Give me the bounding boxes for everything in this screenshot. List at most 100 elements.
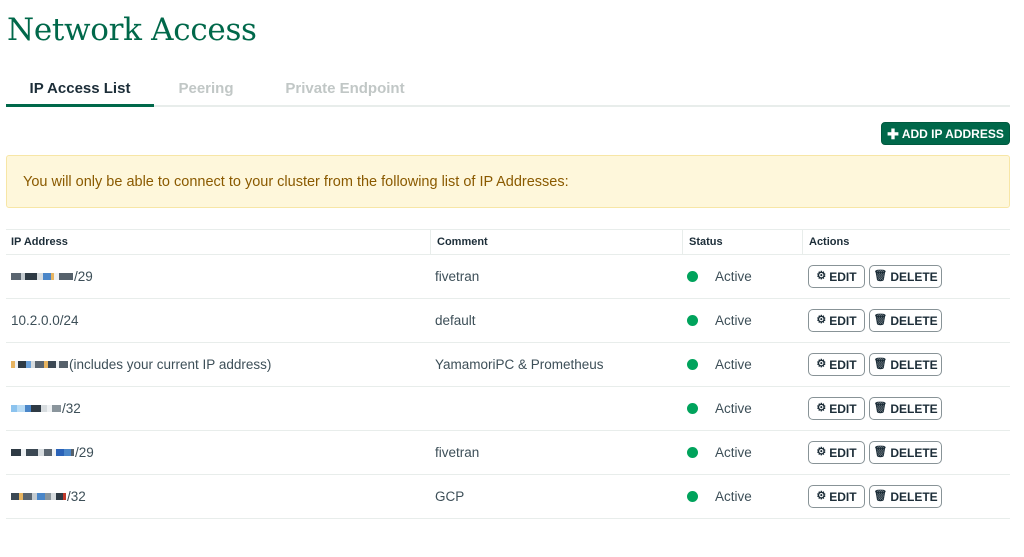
tab-peering[interactable]: Peering bbox=[172, 76, 240, 107]
header-comment: Comment bbox=[430, 230, 488, 255]
trash-icon: 🗑 bbox=[873, 446, 888, 458]
actions-cell: ⚙ EDIT 🗑 DELETE bbox=[808, 299, 942, 342]
ip-address-suffix: /29 bbox=[74, 269, 93, 284]
trash-icon: 🗑 bbox=[873, 490, 888, 502]
status-cell: Active bbox=[687, 431, 752, 474]
edit-button[interactable]: ⚙ EDIT bbox=[808, 397, 865, 420]
status-dot-icon bbox=[687, 403, 698, 414]
status-text: Active bbox=[715, 489, 752, 504]
status-dot-icon bbox=[687, 315, 698, 326]
add-ip-address-label: ADD IP ADDRESS bbox=[901, 126, 1004, 141]
gear-icon: ⚙ bbox=[816, 402, 827, 414]
comment-cell: default bbox=[435, 313, 476, 328]
redacted-ip bbox=[11, 447, 74, 458]
edit-label: EDIT bbox=[829, 445, 857, 460]
actions-cell: ⚙ EDIT 🗑 DELETE bbox=[808, 387, 942, 430]
ip-address-cell: /32 bbox=[11, 387, 81, 430]
status-dot-icon bbox=[687, 271, 698, 282]
ip-address-cell: (includes your current IP address) bbox=[11, 343, 271, 386]
ip-address-text: 10.2.0.0/24 bbox=[11, 313, 79, 328]
header-status: Status bbox=[682, 230, 723, 255]
gear-icon: ⚙ bbox=[816, 446, 827, 458]
ip-address-cell: /32 bbox=[11, 475, 86, 518]
table-row: /29 fivetran Active ⚙ EDIT 🗑 DELETE bbox=[6, 431, 1010, 475]
status-cell: Active bbox=[687, 475, 752, 518]
trash-icon: 🗑 bbox=[873, 402, 888, 414]
status-text: Active bbox=[715, 401, 752, 416]
edit-label: EDIT bbox=[829, 401, 857, 416]
tab-ip-access-list[interactable]: IP Access List bbox=[6, 76, 154, 107]
tab-bar: IP Access List Peering Private Endpoint bbox=[6, 76, 1010, 107]
delete-button[interactable]: 🗑 DELETE bbox=[869, 353, 942, 376]
header-actions: Actions bbox=[802, 230, 849, 255]
comment-cell: fivetran bbox=[435, 269, 480, 284]
ip-address-cell: 10.2.0.0/24 bbox=[11, 299, 79, 342]
gear-icon: ⚙ bbox=[816, 314, 827, 326]
redacted-ip bbox=[11, 403, 61, 414]
delete-button[interactable]: 🗑 DELETE bbox=[869, 309, 942, 332]
redacted-ip bbox=[11, 271, 73, 282]
ip-address-suffix: /32 bbox=[67, 489, 86, 504]
warning-banner: You will only be able to connect to your… bbox=[6, 155, 1010, 208]
gear-icon: ⚙ bbox=[816, 270, 827, 282]
table-row: /32 Active ⚙ EDIT 🗑 DELETE bbox=[6, 387, 1010, 431]
delete-label: DELETE bbox=[890, 313, 938, 328]
tab-private-endpoint[interactable]: Private Endpoint bbox=[278, 76, 412, 107]
actions-cell: ⚙ EDIT 🗑 DELETE bbox=[808, 343, 942, 386]
status-cell: Active bbox=[687, 255, 752, 298]
delete-button[interactable]: 🗑 DELETE bbox=[869, 265, 942, 288]
delete-label: DELETE bbox=[890, 401, 938, 416]
status-text: Active bbox=[715, 313, 752, 328]
edit-label: EDIT bbox=[829, 313, 857, 328]
ip-address-cell: /29 bbox=[11, 255, 93, 298]
status-text: Active bbox=[715, 357, 752, 372]
plus-icon: ✚ bbox=[887, 125, 899, 142]
edit-button[interactable]: ⚙ EDIT bbox=[808, 265, 865, 288]
ip-address-suffix: /32 bbox=[62, 401, 81, 416]
redacted-ip bbox=[11, 359, 68, 370]
actions-cell: ⚙ EDIT 🗑 DELETE bbox=[808, 255, 942, 298]
gear-icon: ⚙ bbox=[816, 358, 827, 370]
table-row: /32 GCP Active ⚙ EDIT 🗑 DELETE bbox=[6, 475, 1010, 519]
edit-button[interactable]: ⚙ EDIT bbox=[808, 309, 865, 332]
ip-address-suffix: (includes your current IP address) bbox=[69, 357, 272, 372]
edit-button[interactable]: ⚙ EDIT bbox=[808, 441, 865, 464]
redacted-ip bbox=[11, 491, 66, 502]
ip-access-table: IP Address Comment Status Actions /29 fi… bbox=[6, 229, 1010, 519]
table-row: 10.2.0.0/24 default Active ⚙ EDIT 🗑 DELE… bbox=[6, 299, 1010, 343]
comment-cell: GCP bbox=[435, 489, 465, 504]
edit-label: EDIT bbox=[829, 357, 857, 372]
status-text: Active bbox=[715, 445, 752, 460]
comment-cell: YamamoriPC & Prometheus bbox=[435, 357, 604, 372]
page-title: Network Access bbox=[7, 12, 257, 48]
table-row: /29 fivetran Active ⚙ EDIT 🗑 DELETE bbox=[6, 255, 1010, 299]
add-ip-address-button[interactable]: ✚ ADD IP ADDRESS bbox=[881, 122, 1010, 145]
header-ip-address: IP Address bbox=[11, 236, 68, 248]
comment-cell: fivetran bbox=[435, 445, 480, 460]
ip-address-cell: /29 bbox=[11, 431, 94, 474]
trash-icon: 🗑 bbox=[873, 314, 888, 326]
edit-button[interactable]: ⚙ EDIT bbox=[808, 353, 865, 376]
status-dot-icon bbox=[687, 447, 698, 458]
table-header: IP Address Comment Status Actions bbox=[6, 229, 1010, 255]
delete-button[interactable]: 🗑 DELETE bbox=[869, 485, 942, 508]
actions-cell: ⚙ EDIT 🗑 DELETE bbox=[808, 431, 942, 474]
status-cell: Active bbox=[687, 343, 752, 386]
gear-icon: ⚙ bbox=[816, 490, 827, 502]
actions-cell: ⚙ EDIT 🗑 DELETE bbox=[808, 475, 942, 518]
edit-label: EDIT bbox=[829, 489, 857, 504]
edit-label: EDIT bbox=[829, 269, 857, 284]
edit-button[interactable]: ⚙ EDIT bbox=[808, 485, 865, 508]
status-cell: Active bbox=[687, 387, 752, 430]
trash-icon: 🗑 bbox=[873, 270, 888, 282]
ip-address-suffix: /29 bbox=[75, 445, 94, 460]
status-cell: Active bbox=[687, 299, 752, 342]
trash-icon: 🗑 bbox=[873, 358, 888, 370]
delete-label: DELETE bbox=[890, 269, 938, 284]
status-dot-icon bbox=[687, 491, 698, 502]
table-row: (includes your current IP address) Yamam… bbox=[6, 343, 1010, 387]
delete-button[interactable]: 🗑 DELETE bbox=[869, 441, 942, 464]
delete-button[interactable]: 🗑 DELETE bbox=[869, 397, 942, 420]
banner-text: You will only be able to connect to your… bbox=[23, 173, 569, 190]
delete-label: DELETE bbox=[890, 445, 938, 460]
